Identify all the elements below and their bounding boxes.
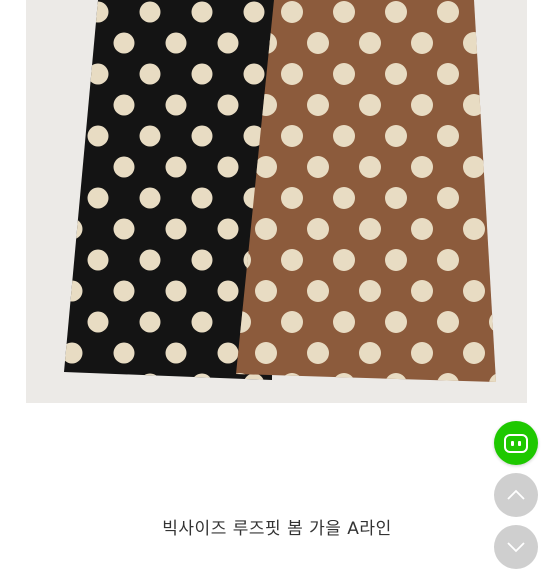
polka-dot: [307, 218, 329, 240]
polka-dot: [437, 125, 459, 147]
polka-dot: [113, 342, 135, 364]
polka-dot: [411, 342, 433, 364]
polka-dot: [165, 280, 187, 302]
polka-dot: [113, 156, 135, 178]
polka-dot: [113, 94, 135, 116]
polka-dot: [113, 280, 135, 302]
polka-dot: [411, 156, 433, 178]
polka-dot: [437, 63, 459, 85]
polka-dot: [217, 280, 239, 302]
polka-dot: [217, 156, 239, 178]
polka-dot: [113, 32, 135, 54]
polka-dot: [139, 187, 161, 209]
polka-dot: [243, 63, 265, 85]
polka-dot: [411, 280, 433, 302]
polka-dot: [217, 342, 239, 364]
product-photo: [26, 0, 527, 403]
polka-dot: [307, 342, 329, 364]
polka-dot: [165, 94, 187, 116]
polka-dot: [139, 125, 161, 147]
polka-dot: [385, 125, 407, 147]
polka-dot: [385, 249, 407, 271]
polka-dot: [411, 94, 433, 116]
polka-dot: [385, 187, 407, 209]
polka-dot: [463, 156, 485, 178]
polka-dot: [411, 32, 433, 54]
polka-dot: [87, 187, 109, 209]
polka-dot: [281, 63, 303, 85]
polka-dot: [191, 311, 213, 333]
polka-dot: [217, 32, 239, 54]
polka-dot: [333, 1, 355, 23]
polka-dot: [191, 187, 213, 209]
polka-dot: [255, 156, 277, 178]
chat-button[interactable]: [494, 421, 538, 465]
polka-dot: [359, 280, 381, 302]
polka-dot: [437, 1, 459, 23]
polka-dot: [385, 1, 407, 23]
scroll-up-button[interactable]: [494, 473, 538, 517]
polka-dot: [333, 249, 355, 271]
polka-dot: [217, 94, 239, 116]
polka-dot: [281, 125, 303, 147]
scroll-down-button[interactable]: [494, 525, 538, 569]
polka-dot: [113, 218, 135, 240]
polka-dot: [139, 249, 161, 271]
polka-dot: [139, 63, 161, 85]
polka-dot: [437, 311, 459, 333]
polka-dot: [463, 280, 485, 302]
polka-dot: [255, 342, 277, 364]
polka-dot: [165, 32, 187, 54]
polka-dot: [281, 311, 303, 333]
polka-dot: [359, 342, 381, 364]
polka-dot: [359, 94, 381, 116]
polka-dot: [139, 1, 161, 23]
polka-dot: [307, 280, 329, 302]
polka-dot: [165, 342, 187, 364]
product-title: 빅사이즈 루즈핏 봄 가을 A라인: [162, 519, 392, 539]
polka-dot: [437, 187, 459, 209]
polka-dot: [463, 342, 485, 364]
polka-dot: [217, 218, 239, 240]
polka-dot: [87, 249, 109, 271]
polka-dot: [255, 280, 277, 302]
brown-skirt: [236, 0, 496, 382]
polka-dot: [307, 32, 329, 54]
polka-dot: [191, 125, 213, 147]
polka-dot: [191, 249, 213, 271]
polka-dot: [359, 218, 381, 240]
polka-dot: [463, 218, 485, 240]
polka-dot: [165, 218, 187, 240]
polka-dot: [281, 1, 303, 23]
polka-dot: [139, 311, 161, 333]
polka-dot: [333, 311, 355, 333]
polka-dot: [437, 249, 459, 271]
polka-dot: [255, 218, 277, 240]
chat-bubble-icon: [504, 433, 528, 453]
polka-dot: [333, 125, 355, 147]
polka-dot: [281, 249, 303, 271]
polka-dot: [191, 1, 213, 23]
polka-dot: [87, 311, 109, 333]
polka-dot: [281, 187, 303, 209]
polka-dot: [307, 156, 329, 178]
polka-dot: [359, 32, 381, 54]
polka-dot: [385, 63, 407, 85]
polka-dot: [333, 63, 355, 85]
polka-dot: [385, 311, 407, 333]
polka-dot: [87, 125, 109, 147]
polka-dot: [191, 63, 213, 85]
polka-dot: [243, 1, 265, 23]
chevron-down-icon: [507, 542, 525, 553]
polka-dot: [165, 156, 187, 178]
polka-dot: [307, 94, 329, 116]
polka-dot: [411, 218, 433, 240]
chevron-up-icon: [507, 489, 525, 500]
polka-dot: [359, 156, 381, 178]
polka-dot: [333, 187, 355, 209]
